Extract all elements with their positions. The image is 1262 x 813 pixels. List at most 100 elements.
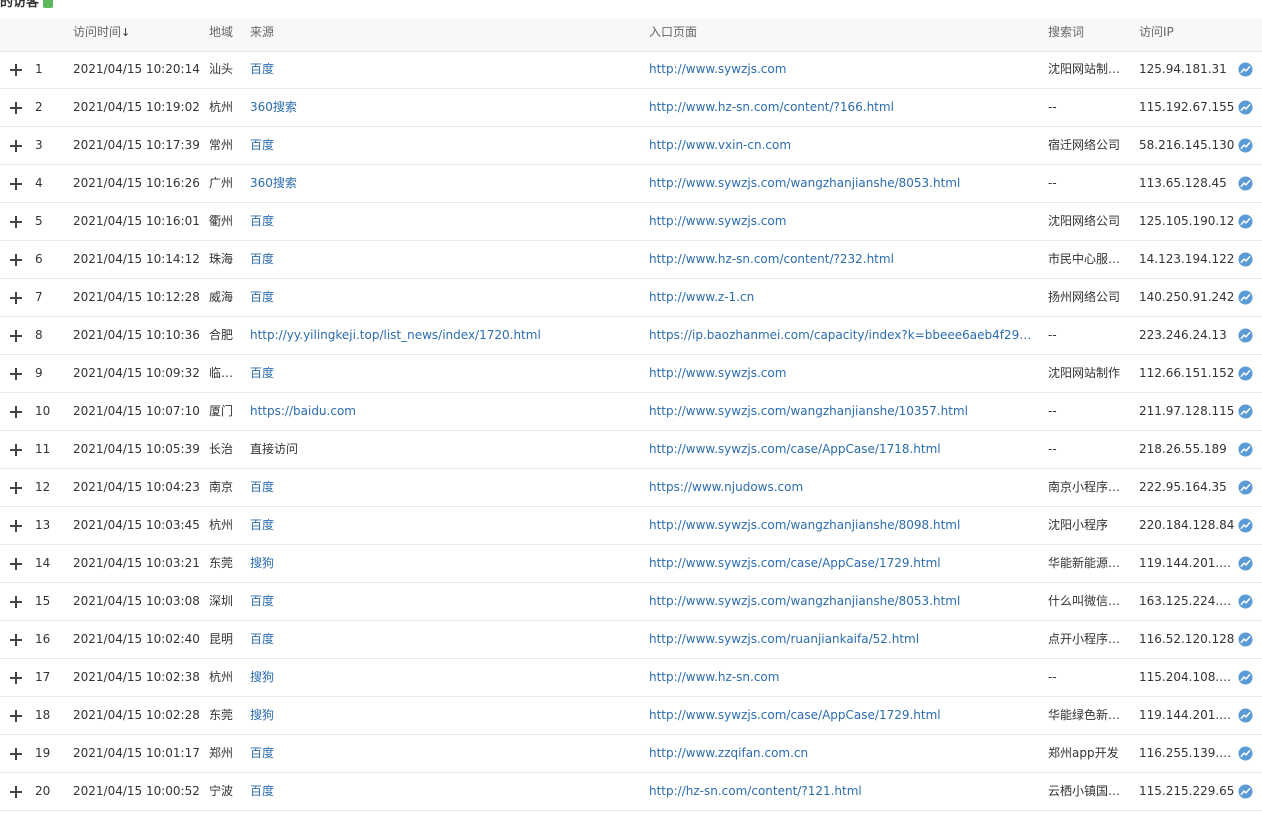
entry-page-link[interactable]: http://www.hz-sn.com/content/?232.html <box>649 241 1034 278</box>
plus-icon[interactable] <box>10 329 23 342</box>
entry-page-link[interactable]: http://www.sywzjs.com <box>649 355 1034 392</box>
trend-chart-icon[interactable] <box>1238 328 1253 343</box>
trend-chart-icon[interactable] <box>1238 670 1253 685</box>
entry-page-link[interactable]: http://www.sywzjs.com/case/AppCase/1729.… <box>649 545 1034 582</box>
plus-icon[interactable] <box>10 139 23 152</box>
plus-icon[interactable] <box>10 633 23 646</box>
entry-page-link[interactable]: http://www.vxin-cn.com <box>649 127 1034 164</box>
entry-page-link[interactable]: http://www.sywzjs.com/case/AppCase/1718.… <box>649 431 1034 468</box>
row-index: 18 <box>35 708 51 722</box>
sort-desc-icon[interactable]: ↓ <box>121 26 130 39</box>
source-link[interactable]: 百度 <box>250 469 640 506</box>
trend-chart-icon[interactable] <box>1238 442 1253 457</box>
search-keyword: -- <box>1048 176 1057 190</box>
source-link[interactable]: 百度 <box>250 507 640 544</box>
plus-icon[interactable] <box>10 519 23 532</box>
source-link[interactable]: 百度 <box>250 279 640 316</box>
trend-chart-icon[interactable] <box>1238 746 1253 761</box>
entry-page-link[interactable]: http://www.sywzjs.com/case/AppCase/1729.… <box>649 697 1034 734</box>
trend-chart-icon[interactable] <box>1238 404 1253 419</box>
source-link[interactable]: 搜狗 <box>250 545 640 582</box>
plus-icon[interactable] <box>10 481 23 494</box>
trend-chart-icon[interactable] <box>1238 784 1253 799</box>
source-link[interactable]: 360搜索 <box>250 89 640 126</box>
trend-chart-icon[interactable] <box>1238 176 1253 191</box>
plus-icon[interactable] <box>10 557 23 570</box>
visit-time: 2021/04/15 10:20:14 <box>73 62 200 76</box>
plus-icon[interactable] <box>10 709 23 722</box>
entry-page-link[interactable]: http://www.sywzjs.com/wangzhanjianshe/80… <box>649 583 1034 620</box>
entry-page-link[interactable]: http://www.z-1.cn <box>649 279 1034 316</box>
table-row: 14 2021/04/15 10:03:21 东莞 搜狗 http://www.sywz… <box>0 545 1262 583</box>
source-link[interactable]: 百度 <box>250 127 640 164</box>
trend-chart-icon[interactable] <box>1238 252 1253 267</box>
entry-page-link[interactable]: https://www.njudows.com <box>649 469 1034 506</box>
source-link[interactable]: 百度 <box>250 621 640 658</box>
trend-chart-icon[interactable] <box>1238 518 1253 533</box>
source-link[interactable]: http://yy.yilingkeji.top/list_news/index… <box>250 317 640 354</box>
plus-icon[interactable] <box>10 747 23 760</box>
entry-page-link[interactable]: http://www.sywzjs.com/wangzhanjianshe/10… <box>649 393 1034 430</box>
entry-page-link[interactable]: http://www.sywzjs.com/ruanjiankaifa/52.h… <box>649 621 1034 658</box>
plus-icon[interactable] <box>10 785 23 798</box>
search-keyword: 沈阳网络公司 <box>1048 214 1121 228</box>
entry-page-link[interactable]: http://www.sywzjs.com <box>649 203 1034 240</box>
region: 常州 <box>209 138 234 152</box>
source-link[interactable]: 百度 <box>250 355 640 392</box>
source-link[interactable]: 360搜索 <box>250 165 640 202</box>
visitor-ip: 223.246.24.13 <box>1139 328 1227 342</box>
source-link[interactable]: https://baidu.com <box>250 393 640 430</box>
source-link[interactable]: 百度 <box>250 203 640 240</box>
trend-chart-icon[interactable] <box>1238 138 1253 153</box>
plus-icon[interactable] <box>10 215 23 228</box>
source-link[interactable]: 百度 <box>250 51 640 88</box>
trend-chart-icon[interactable] <box>1238 366 1253 381</box>
visitor-ip: 119.144.201.239 <box>1139 708 1235 722</box>
region: 杭州 <box>209 670 234 684</box>
entry-page-link[interactable]: http://www.hz-sn.com/content/?166.html <box>649 89 1034 126</box>
visitor-ip: 125.105.190.12 <box>1139 214 1235 228</box>
entry-page-link[interactable]: http://www.zzqifan.com.cn <box>649 735 1034 772</box>
plus-icon[interactable] <box>10 291 23 304</box>
search-keyword: 华能新能源… <box>1048 556 1121 570</box>
region: 深圳 <box>209 594 234 608</box>
source-link[interactable]: 百度 <box>250 241 640 278</box>
trend-chart-icon[interactable] <box>1238 632 1253 647</box>
trend-chart-icon[interactable] <box>1238 556 1253 571</box>
visit-time: 2021/04/15 10:09:32 <box>73 366 200 380</box>
source-link[interactable]: 百度 <box>250 583 640 620</box>
plus-icon[interactable] <box>10 63 23 76</box>
source-link[interactable]: 百度 <box>250 773 640 810</box>
plus-icon[interactable] <box>10 405 23 418</box>
region: 珠海 <box>209 252 234 266</box>
plus-icon[interactable] <box>10 367 23 380</box>
plus-icon[interactable] <box>10 443 23 456</box>
trend-chart-icon[interactable] <box>1238 100 1253 115</box>
entry-page-link[interactable]: http://hz-sn.com/content/?121.html <box>649 773 1034 810</box>
trend-chart-icon[interactable] <box>1238 708 1253 723</box>
row-index: 15 <box>35 594 51 608</box>
plus-icon[interactable] <box>10 101 23 114</box>
plus-icon[interactable] <box>10 671 23 684</box>
visitor-table-body: 1 2021/04/15 10:20:14 汕头 百度 http://www.sywzj… <box>0 51 1262 811</box>
entry-page-link[interactable]: http://www.hz-sn.com <box>649 659 1034 696</box>
source-link[interactable]: 百度 <box>250 735 640 772</box>
visit-time: 2021/04/15 10:04:23 <box>73 480 200 494</box>
search-keyword: -- <box>1048 404 1057 418</box>
source-link[interactable]: 搜狗 <box>250 659 640 696</box>
trend-chart-icon[interactable] <box>1238 290 1253 305</box>
source-link[interactable]: 搜狗 <box>250 697 640 734</box>
trend-chart-icon[interactable] <box>1238 214 1253 229</box>
trend-chart-icon[interactable] <box>1238 594 1253 609</box>
plus-icon[interactable] <box>10 253 23 266</box>
visitor-ip: 115.204.108.236 <box>1139 670 1235 684</box>
entry-page-link[interactable]: http://www.sywzjs.com/wangzhanjianshe/80… <box>649 507 1034 544</box>
column-header-time[interactable]: 访问时间↓ <box>73 19 130 51</box>
entry-page-link[interactable]: http://www.sywzjs.com <box>649 51 1034 88</box>
trend-chart-icon[interactable] <box>1238 480 1253 495</box>
entry-page-link[interactable]: http://www.sywzjs.com/wangzhanjianshe/80… <box>649 165 1034 202</box>
plus-icon[interactable] <box>10 595 23 608</box>
entry-page-link[interactable]: https://ip.baozhanmei.com/capacity/index… <box>649 317 1034 354</box>
trend-chart-icon[interactable] <box>1238 62 1253 77</box>
plus-icon[interactable] <box>10 177 23 190</box>
